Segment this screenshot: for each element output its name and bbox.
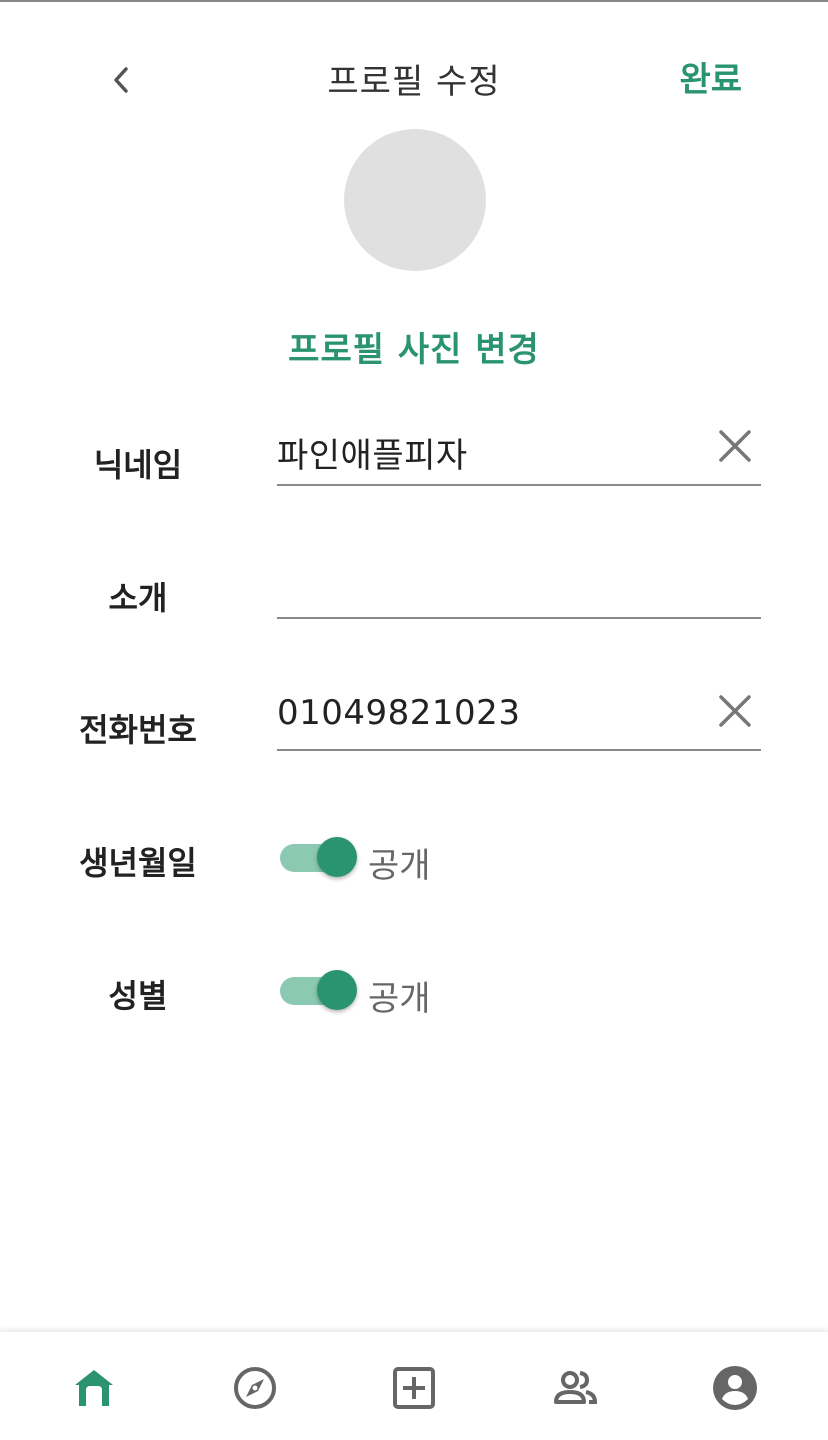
close-icon <box>719 695 751 727</box>
gender-visibility-label: 공개 <box>368 979 431 1019</box>
toggle-thumb <box>317 837 357 877</box>
nav-profile[interactable] <box>711 1364 759 1412</box>
toggle-thumb <box>317 970 357 1010</box>
birthday-visibility-label: 공개 <box>368 846 431 886</box>
gender-visibility-toggle[interactable] <box>280 969 360 1013</box>
app-header: 프로필 수정 완료 <box>0 40 828 112</box>
people-icon <box>554 1371 598 1404</box>
birthday-visibility-toggle[interactable] <box>280 836 360 880</box>
gender-label: 성별 <box>108 977 168 1015</box>
change-photo-button[interactable]: 프로필 사진 변경 <box>0 322 828 371</box>
nickname-field[interactable]: 파인애플피자 <box>277 416 761 486</box>
intro-label: 소개 <box>108 579 168 617</box>
nav-friends[interactable] <box>551 1364 599 1412</box>
compass-icon <box>234 1367 276 1409</box>
bottom-navigation <box>0 1331 828 1440</box>
phone-field[interactable]: 01049821023 <box>277 681 761 751</box>
avatar[interactable] <box>344 129 486 271</box>
account-circle-icon <box>713 1366 757 1410</box>
nav-home[interactable] <box>70 1364 118 1412</box>
nickname-clear-button[interactable] <box>715 426 755 466</box>
intro-field[interactable] <box>277 549 761 619</box>
phone-label: 전화번호 <box>79 711 197 749</box>
nickname-value[interactable]: 파인애플피자 <box>277 428 468 477</box>
phone-value[interactable]: 01049821023 <box>277 693 520 733</box>
add-box-icon <box>393 1367 435 1409</box>
close-icon <box>719 430 751 462</box>
top-divider <box>0 0 828 2</box>
nickname-label: 닉네임 <box>93 446 183 484</box>
home-icon <box>75 1370 113 1406</box>
nav-add[interactable] <box>390 1364 438 1412</box>
phone-clear-button[interactable] <box>715 691 755 731</box>
done-button[interactable]: 완료 <box>679 52 742 101</box>
nav-explore[interactable] <box>231 1364 279 1412</box>
birthday-label: 생년월일 <box>79 844 197 882</box>
